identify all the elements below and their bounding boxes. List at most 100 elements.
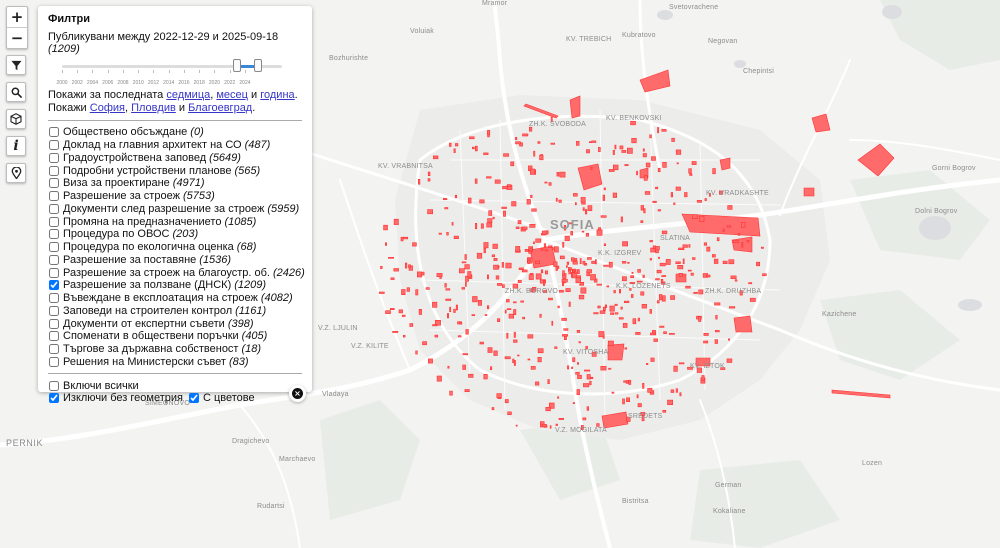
parcel[interactable] bbox=[569, 95, 581, 119]
parcel[interactable] bbox=[436, 375, 442, 382]
parcel[interactable] bbox=[676, 162, 679, 165]
parcel[interactable] bbox=[642, 382, 645, 389]
parcel[interactable] bbox=[590, 167, 593, 170]
parcel[interactable] bbox=[574, 202, 577, 206]
parcel[interactable] bbox=[501, 206, 507, 209]
parcel[interactable] bbox=[714, 339, 718, 344]
parcel[interactable] bbox=[471, 146, 475, 150]
parcel[interactable] bbox=[691, 161, 697, 165]
parcel[interactable] bbox=[554, 246, 559, 253]
parcel[interactable] bbox=[432, 155, 439, 160]
parcel[interactable] bbox=[512, 358, 515, 364]
parcel[interactable] bbox=[436, 273, 443, 277]
parcel[interactable] bbox=[508, 313, 514, 319]
parcel[interactable] bbox=[613, 290, 616, 294]
parcel[interactable] bbox=[487, 130, 491, 136]
parcel[interactable] bbox=[501, 262, 504, 268]
parcel[interactable] bbox=[675, 186, 681, 191]
category-checkbox[interactable] bbox=[49, 344, 59, 355]
parcel[interactable] bbox=[668, 333, 675, 335]
parcel[interactable] bbox=[483, 242, 489, 249]
exclude-no-geometry-checkbox[interactable] bbox=[49, 393, 59, 404]
parcel[interactable] bbox=[657, 127, 660, 134]
parcel[interactable] bbox=[628, 379, 632, 385]
parcel[interactable] bbox=[390, 277, 395, 280]
parcel[interactable] bbox=[635, 331, 641, 335]
parcel[interactable] bbox=[733, 315, 753, 333]
parcel[interactable] bbox=[465, 329, 469, 335]
parcel[interactable] bbox=[541, 230, 548, 235]
parcel[interactable] bbox=[540, 269, 544, 274]
parcel[interactable] bbox=[641, 303, 647, 309]
parcel[interactable] bbox=[732, 240, 739, 243]
parcel[interactable] bbox=[675, 149, 682, 155]
city-blagoevgrad-link[interactable]: Благоевград bbox=[188, 102, 252, 114]
parcel[interactable] bbox=[402, 334, 406, 338]
parcel[interactable] bbox=[491, 254, 496, 258]
parcel[interactable] bbox=[598, 147, 601, 152]
parcel[interactable] bbox=[654, 246, 660, 251]
parcel[interactable] bbox=[559, 255, 565, 260]
parcel[interactable] bbox=[596, 283, 602, 286]
parcel[interactable] bbox=[678, 247, 685, 251]
parcel[interactable] bbox=[465, 281, 467, 287]
parcel[interactable] bbox=[662, 162, 667, 168]
parcel[interactable] bbox=[393, 218, 399, 225]
parcel[interactable] bbox=[706, 246, 711, 252]
parcel[interactable] bbox=[557, 396, 560, 399]
parcel[interactable] bbox=[622, 322, 628, 328]
category-checkbox[interactable] bbox=[49, 280, 59, 291]
parcel[interactable] bbox=[582, 417, 587, 421]
parcel[interactable] bbox=[570, 257, 575, 262]
parcel[interactable] bbox=[453, 148, 456, 153]
parcel[interactable] bbox=[548, 297, 553, 301]
parcel[interactable] bbox=[630, 275, 635, 279]
parcel[interactable] bbox=[626, 147, 633, 154]
parcel[interactable] bbox=[401, 289, 406, 295]
parcel[interactable] bbox=[678, 362, 685, 365]
parcel[interactable] bbox=[649, 309, 652, 314]
parcel[interactable] bbox=[493, 350, 498, 356]
parcel[interactable] bbox=[716, 237, 720, 242]
parcel[interactable] bbox=[740, 222, 746, 228]
parcel[interactable] bbox=[719, 157, 731, 171]
parcel[interactable] bbox=[380, 265, 383, 269]
parcel[interactable] bbox=[704, 198, 707, 201]
parcel[interactable] bbox=[528, 274, 534, 280]
parcel[interactable] bbox=[670, 192, 673, 198]
parcel[interactable] bbox=[670, 295, 675, 300]
parcel[interactable] bbox=[480, 223, 484, 229]
parcel[interactable] bbox=[715, 314, 718, 320]
parcel[interactable] bbox=[535, 381, 540, 386]
parcel[interactable] bbox=[513, 339, 518, 343]
parcel[interactable] bbox=[652, 245, 656, 250]
parcel[interactable] bbox=[438, 232, 442, 235]
parcel[interactable] bbox=[621, 150, 627, 153]
parcel[interactable] bbox=[477, 299, 482, 306]
parcel[interactable] bbox=[515, 137, 518, 141]
parcel[interactable] bbox=[401, 314, 406, 317]
parcel[interactable] bbox=[631, 293, 634, 298]
parcel[interactable] bbox=[416, 271, 423, 278]
parcel[interactable] bbox=[703, 242, 708, 246]
parcel[interactable] bbox=[661, 129, 667, 132]
parcel[interactable] bbox=[462, 364, 466, 370]
parcel[interactable] bbox=[511, 201, 517, 207]
parcel[interactable] bbox=[518, 267, 524, 270]
parcel[interactable] bbox=[515, 226, 520, 229]
parcel[interactable] bbox=[614, 312, 619, 315]
parcel[interactable] bbox=[603, 187, 606, 191]
parcel[interactable] bbox=[458, 268, 465, 274]
parcel[interactable] bbox=[545, 406, 551, 412]
parcel[interactable] bbox=[576, 141, 580, 146]
parcel[interactable] bbox=[562, 270, 565, 276]
parcel[interactable] bbox=[576, 329, 581, 333]
parcel[interactable] bbox=[643, 208, 646, 214]
last-week-link[interactable]: седмица bbox=[166, 89, 210, 101]
parcel[interactable] bbox=[383, 224, 388, 231]
parcel[interactable] bbox=[551, 320, 554, 326]
parcel[interactable] bbox=[544, 270, 548, 275]
parcel[interactable] bbox=[684, 192, 688, 198]
parcel[interactable] bbox=[675, 388, 678, 393]
parcel[interactable] bbox=[543, 243, 547, 249]
